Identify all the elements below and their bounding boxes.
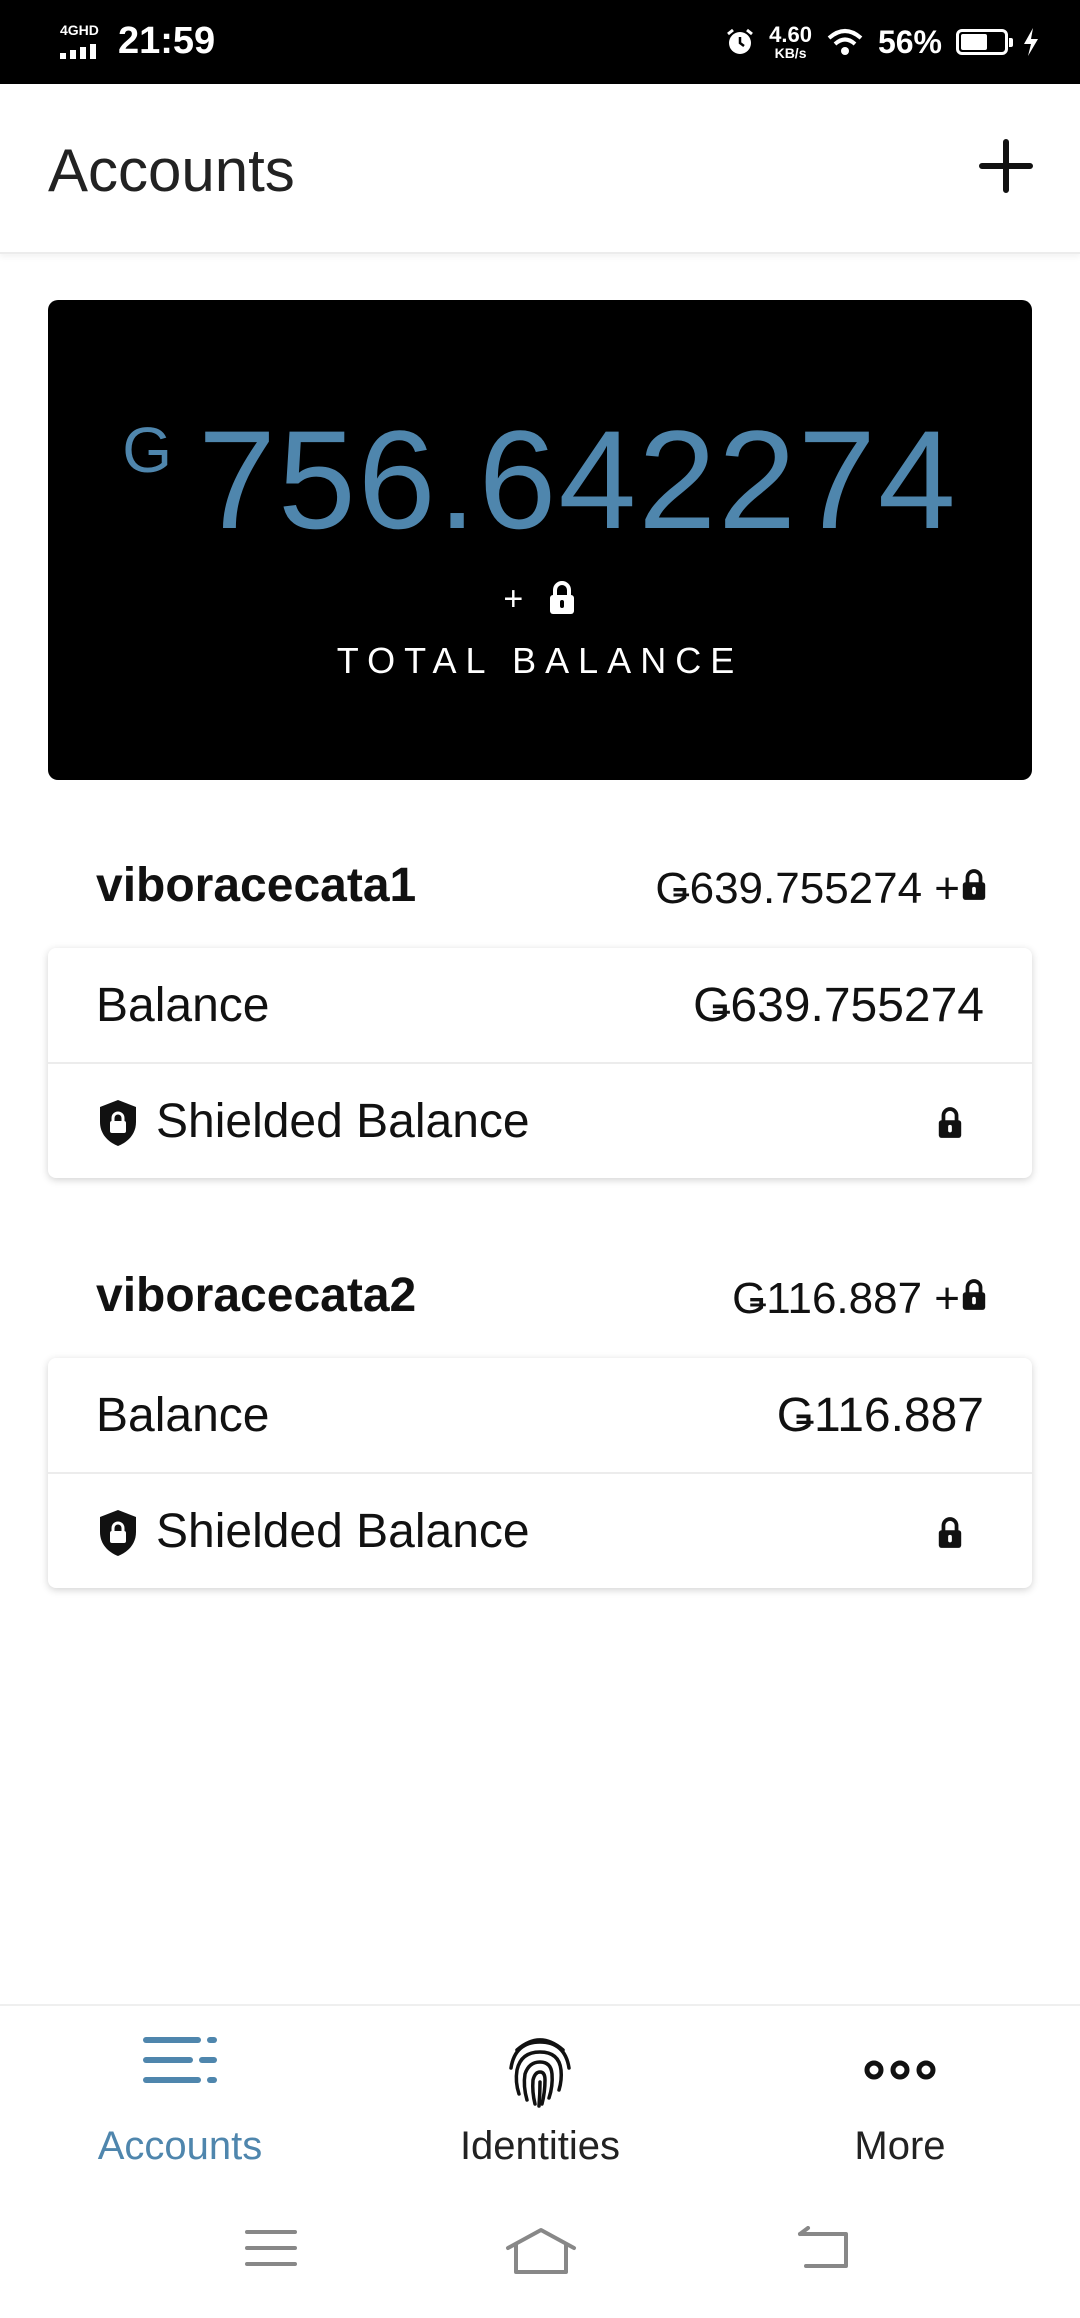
lock-icon <box>938 1517 962 1548</box>
wifi-icon <box>827 29 863 55</box>
balance-label: Balance <box>96 1389 270 1442</box>
shielded-balance-row[interactable]: Shielded Balance <box>48 1064 1032 1178</box>
account-card[interactable]: Balance Ǥ116.887 Shielded Balance <box>48 1358 1032 1588</box>
shielded-balance-label: Shielded Balance <box>156 1095 530 1148</box>
account-name: viboracecata1 <box>96 859 417 912</box>
more-dots-icon <box>864 2060 936 2080</box>
clock: 21:59 <box>118 20 216 62</box>
shield-icon <box>100 1510 136 1556</box>
lock-icon <box>962 869 986 900</box>
shield-icon <box>100 1100 136 1146</box>
tab-label: Accounts <box>97 2124 263 2168</box>
status-bar: 4GHD 21:59 4.60 KB/s 56% <box>0 0 1080 84</box>
tab-label: More <box>854 2124 946 2168</box>
account-name: viboracecata2 <box>96 1269 417 1322</box>
balance-value: Ǥ639.755274 <box>693 979 984 1032</box>
tab-label: Identities <box>459 2124 621 2168</box>
account-card[interactable]: Balance Ǥ639.755274 Shielded Balance <box>48 948 1032 1178</box>
total-locked-indicator: + <box>48 580 1032 619</box>
page-title: Accounts <box>48 137 295 204</box>
network-type: 4GHD <box>60 22 99 38</box>
battery-icon <box>956 29 1013 55</box>
balance-label: Balance <box>96 979 270 1032</box>
list-icon <box>143 2037 217 2083</box>
tab-identities[interactable]: Identities <box>360 2006 720 2186</box>
account-total: Ǥ116.887 + <box>732 1274 960 1323</box>
total-balance-card[interactable]: G 756.642274 + TOTAL BALANCE <box>48 300 1032 780</box>
account-header[interactable]: viboracecata1 Ǥ639.755274 + <box>96 858 986 918</box>
network-speed: 4.60 KB/s <box>769 22 812 61</box>
balance-value: Ǥ116.887 <box>776 1389 984 1442</box>
tab-more[interactable]: More <box>720 2006 1080 2186</box>
alarm-icon <box>727 28 754 54</box>
add-account-button[interactable] <box>976 136 1036 196</box>
home-icon[interactable] <box>504 2226 578 2276</box>
lock-icon <box>962 1279 986 1310</box>
status-icons: 4.60 KB/s 56% <box>725 18 1040 66</box>
battery-percent: 56% <box>877 23 942 60</box>
app-header: Accounts <box>0 84 1080 254</box>
account-header[interactable]: viboracecata2 Ǥ116.887 + <box>96 1268 986 1328</box>
balance-row[interactable]: Balance Ǥ116.887 <box>48 1358 1032 1474</box>
charging-icon <box>1024 28 1038 56</box>
shielded-balance-label: Shielded Balance <box>156 1505 530 1558</box>
signal-bars-icon <box>60 44 96 59</box>
signal-indicator: 4GHD <box>60 22 104 62</box>
lock-icon <box>549 581 574 614</box>
account-total: Ǥ639.755274 + <box>655 864 960 913</box>
bottom-navigation: Accounts Identities More <box>0 2004 1080 2318</box>
tab-accounts[interactable]: Accounts <box>0 2006 360 2186</box>
total-balance-amount: G 756.642274 <box>122 401 958 558</box>
lock-icon <box>938 1107 962 1138</box>
currency-symbol: G <box>122 414 175 486</box>
balance-row[interactable]: Balance Ǥ639.755274 <box>48 948 1032 1064</box>
menu-icon[interactable] <box>244 2226 298 2270</box>
total-balance-label: TOTAL BALANCE <box>336 640 744 681</box>
fingerprint-icon <box>509 2038 571 2108</box>
back-icon[interactable] <box>796 2226 852 2270</box>
shielded-balance-row[interactable]: Shielded Balance <box>48 1474 1032 1588</box>
